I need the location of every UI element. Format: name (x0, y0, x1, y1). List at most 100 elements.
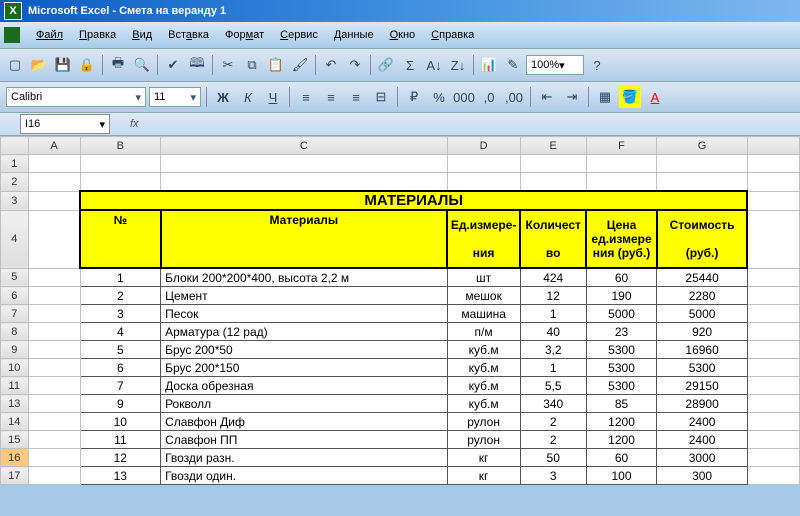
row-9[interactable]: 9 (1, 341, 29, 359)
cell-material[interactable]: Гвозди разн. (161, 449, 448, 467)
inc-indent-icon[interactable]: ⇥ (561, 86, 583, 108)
cell-material[interactable]: Рокволл (161, 395, 448, 413)
cell-unit[interactable]: п/м (447, 323, 520, 341)
borders-icon[interactable]: ▦ (594, 86, 616, 108)
cell-material[interactable]: Доска обрезная (161, 377, 448, 395)
cell-num[interactable]: 6 (80, 359, 161, 377)
cell-qty[interactable]: 1 (520, 359, 586, 377)
cell-qty[interactable]: 2 (520, 413, 586, 431)
help-icon[interactable]: ? (586, 54, 608, 76)
cell-price[interactable]: 5300 (586, 359, 656, 377)
cell-unit[interactable]: кг (447, 449, 520, 467)
row-8[interactable]: 8 (1, 323, 29, 341)
sort-desc-icon[interactable]: Z↓ (447, 54, 469, 76)
cell-material[interactable]: Арматура (12 рад) (161, 323, 448, 341)
font-name-combo[interactable]: Calibri▾ (6, 87, 146, 107)
cell-cost[interactable]: 29150 (657, 377, 748, 395)
redo-icon[interactable]: ↷ (344, 54, 366, 76)
permission-icon[interactable]: 🔒 (76, 54, 98, 76)
spell-icon[interactable]: ✔ (162, 54, 184, 76)
open-icon[interactable]: 📂 (28, 54, 50, 76)
cell-unit[interactable]: рулон (447, 413, 520, 431)
cell-qty[interactable]: 2 (520, 431, 586, 449)
cut-icon[interactable]: ✂ (217, 54, 239, 76)
undo-icon[interactable]: ↶ (320, 54, 342, 76)
cell-num[interactable]: 4 (80, 323, 161, 341)
grid[interactable]: A B C D E F G 1 2 3 МАТЕРИАЛЫ 4 № Матери… (0, 136, 800, 485)
align-right-icon[interactable]: ≡ (345, 86, 367, 108)
row-2[interactable]: 2 (1, 173, 29, 192)
cell-material[interactable]: Блоки 200*200*400, высота 2,2 м (161, 268, 448, 287)
col-B[interactable]: B (80, 137, 161, 155)
row-15[interactable]: 15 (1, 431, 29, 449)
hyperlink-icon[interactable]: 🔗 (375, 54, 397, 76)
cell-qty[interactable]: 5,5 (520, 377, 586, 395)
cell-price[interactable]: 85 (586, 395, 656, 413)
cell-cost[interactable]: 2400 (657, 413, 748, 431)
cell-price[interactable]: 1200 (586, 413, 656, 431)
underline-button[interactable]: Ч (262, 86, 284, 108)
menu-help[interactable]: Справка (423, 27, 482, 43)
row-11[interactable]: 11 (1, 377, 29, 395)
cell-price[interactable]: 60 (586, 268, 656, 287)
dec-indent-icon[interactable]: ⇤ (536, 86, 558, 108)
cell-unit[interactable]: мешок (447, 287, 520, 305)
cell-qty[interactable]: 1 (520, 305, 586, 323)
col-A[interactable]: A (28, 137, 80, 155)
fill-color-icon[interactable]: 🪣 (619, 86, 641, 108)
cell-unit[interactable]: куб.м (447, 395, 520, 413)
cell-material[interactable]: Славфон Диф (161, 413, 448, 431)
italic-button[interactable]: К (237, 86, 259, 108)
row-16[interactable]: 16 (1, 449, 29, 467)
menu-data[interactable]: Данные (326, 27, 382, 43)
col-E[interactable]: E (520, 137, 586, 155)
cell-qty[interactable]: 424 (520, 268, 586, 287)
preview-icon[interactable]: 🔍 (131, 54, 153, 76)
cell-material[interactable]: Брус 200*150 (161, 359, 448, 377)
cell-num[interactable]: 10 (80, 413, 161, 431)
cell-price[interactable]: 1200 (586, 431, 656, 449)
cell-cost[interactable]: 300 (657, 467, 748, 485)
cell-price[interactable]: 5000 (586, 305, 656, 323)
cell-cost[interactable]: 16960 (657, 341, 748, 359)
menu-view[interactable]: Вид (124, 27, 160, 43)
col-H[interactable] (747, 137, 799, 155)
paste-icon[interactable]: 📋 (265, 54, 287, 76)
cell-material[interactable]: Брус 200*50 (161, 341, 448, 359)
cell-cost[interactable]: 28900 (657, 395, 748, 413)
cell-unit[interactable]: машина (447, 305, 520, 323)
cell-cost[interactable]: 2280 (657, 287, 748, 305)
format-painter-icon[interactable]: 🖌 (289, 54, 311, 76)
align-center-icon[interactable]: ≡ (320, 86, 342, 108)
cell-num[interactable]: 13 (80, 467, 161, 485)
cell-qty[interactable]: 12 (520, 287, 586, 305)
row-10[interactable]: 10 (1, 359, 29, 377)
cell-qty[interactable]: 340 (520, 395, 586, 413)
cell-unit[interactable]: шт (447, 268, 520, 287)
cell-qty[interactable]: 3,2 (520, 341, 586, 359)
menu-tools[interactable]: Сервис (272, 27, 326, 43)
cell-num[interactable]: 1 (80, 268, 161, 287)
new-icon[interactable]: ▢ (4, 54, 26, 76)
cell-price[interactable]: 23 (586, 323, 656, 341)
col-C[interactable]: C (161, 137, 448, 155)
menu-window[interactable]: Окно (382, 27, 424, 43)
merge-icon[interactable]: ⊟ (370, 86, 392, 108)
dec-decimal-icon[interactable]: ,00 (503, 86, 525, 108)
inc-decimal-icon[interactable]: ,0 (478, 86, 500, 108)
cell-cost[interactable]: 25440 (657, 268, 748, 287)
col-D[interactable]: D (447, 137, 520, 155)
cell-material[interactable]: Песок (161, 305, 448, 323)
row-14[interactable]: 14 (1, 413, 29, 431)
row-17[interactable]: 17 (1, 467, 29, 485)
currency-icon[interactable]: ₽ (403, 86, 425, 108)
align-left-icon[interactable]: ≡ (295, 86, 317, 108)
cell-num[interactable]: 12 (80, 449, 161, 467)
cell-material[interactable]: Цемент (161, 287, 448, 305)
cell-num[interactable]: 11 (80, 431, 161, 449)
bold-button[interactable]: Ж (212, 86, 234, 108)
cell-price[interactable]: 100 (586, 467, 656, 485)
menu-file[interactable]: Файл (28, 27, 71, 43)
cell-qty[interactable]: 40 (520, 323, 586, 341)
row-13[interactable]: 13 (1, 395, 29, 413)
